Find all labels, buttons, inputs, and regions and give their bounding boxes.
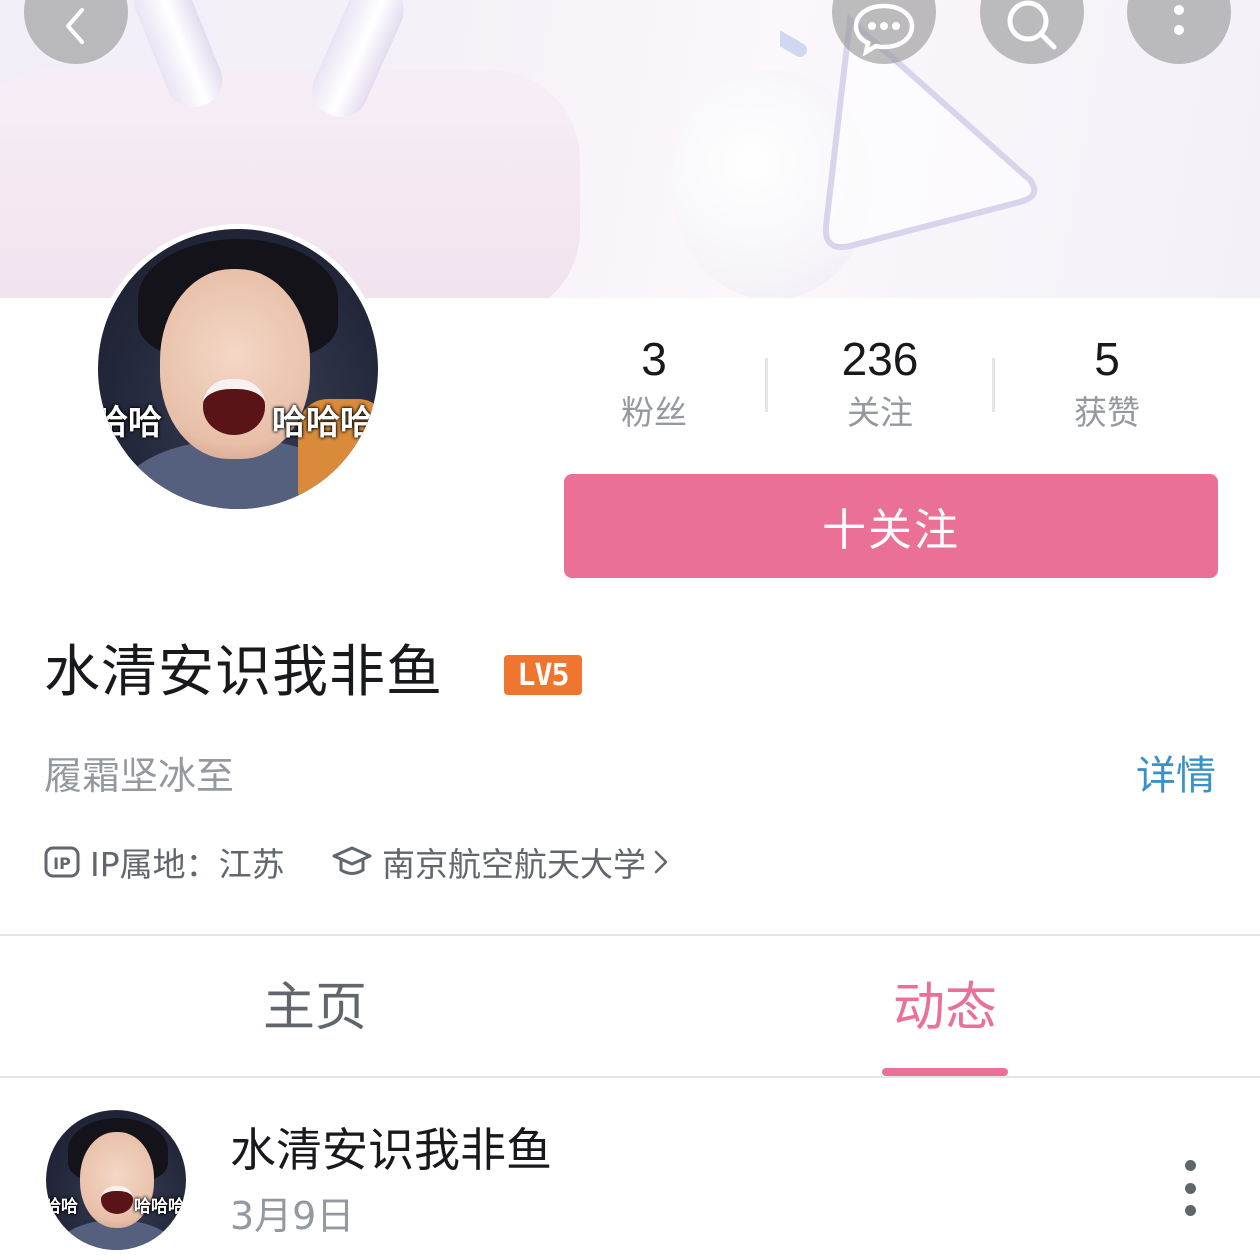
stat-likes-value: 5: [1094, 333, 1120, 385]
stat-fans-label: 粉丝: [621, 393, 687, 432]
school-text: 南京航空航天大学: [382, 845, 646, 884]
profile-signature: 履霜坚冰至: [44, 754, 235, 798]
more-vertical-icon: [1174, 5, 1184, 35]
more-options-button[interactable]: [1127, 0, 1231, 64]
tab-home[interactable]: 主页: [215, 975, 415, 1041]
section-divider: [0, 934, 1260, 936]
message-icon: [853, 3, 915, 56]
tabs-divider: [0, 1076, 1260, 1078]
follow-button[interactable]: 十关注: [564, 474, 1218, 578]
back-button[interactable]: [24, 0, 128, 64]
more-dot: [1184, 1182, 1196, 1194]
svg-text:IP: IP: [53, 854, 71, 873]
post-avatar-mouth: [101, 1186, 133, 1214]
ip-icon: IP: [44, 846, 80, 878]
post-avatar-overlay-right: 哈哈哈: [134, 1197, 185, 1217]
stat-separator: [765, 358, 768, 412]
stat-fans-value: 3: [641, 333, 667, 385]
avatar-mouth: [203, 379, 265, 435]
stat-following[interactable]: 236 关注: [780, 330, 980, 438]
graduation-cap-icon: [332, 845, 372, 879]
active-tab-indicator: [882, 1068, 1008, 1076]
post-avatar-overlay-left: 哈哈: [46, 1197, 78, 1217]
detail-link[interactable]: 详情: [1136, 750, 1216, 802]
more-dot: [1184, 1205, 1196, 1216]
stat-likes[interactable]: 5 获赞: [1007, 330, 1207, 438]
back-icon: [66, 8, 84, 44]
school-link[interactable]: 南京航空航天大学: [332, 838, 678, 886]
profile-name: 水清安识我非鱼: [44, 640, 443, 705]
avatar-overlay-right: 哈哈哈: [272, 403, 374, 443]
stat-following-label: 关注: [847, 393, 913, 432]
post-author-avatar[interactable]: 哈哈 哈哈哈: [46, 1110, 186, 1250]
more-vertical-icon: [1184, 1160, 1196, 1171]
stat-following-value: 236: [841, 333, 919, 385]
stat-fans[interactable]: 3 粉丝: [554, 330, 754, 438]
ip-location: IP IP属地：江苏: [44, 838, 285, 886]
search-icon: [1007, 0, 1057, 50]
post-more-button[interactable]: [1166, 1160, 1214, 1216]
ip-location-text: IP属地：江苏: [90, 845, 285, 884]
chevron-right-icon: [654, 849, 668, 875]
post-date: 3月9日: [230, 1194, 355, 1238]
tab-dynamics[interactable]: 动态: [845, 975, 1045, 1041]
avatar-overlay-left: 哈哈: [98, 403, 162, 443]
avatar[interactable]: 哈哈 哈哈哈: [98, 229, 378, 509]
stat-likes-label: 获赞: [1074, 393, 1140, 432]
level-badge: LV5: [504, 655, 582, 695]
stat-separator: [992, 358, 995, 412]
post-author-name[interactable]: 水清安识我非鱼: [230, 1120, 552, 1180]
